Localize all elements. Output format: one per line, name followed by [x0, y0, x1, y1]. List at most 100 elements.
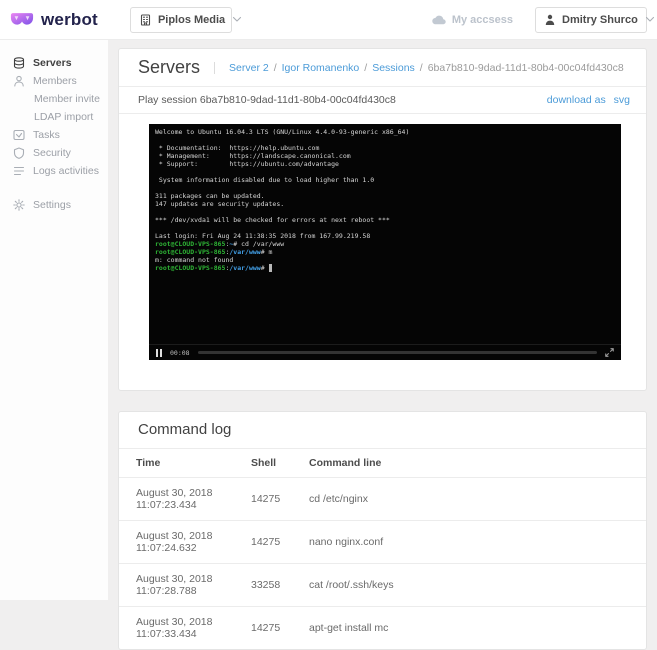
terminal-line: root@CLOUD-VPS-865:/var/www#: [155, 264, 615, 272]
terminal-line: Welcome to Ubuntu 16.04.3 LTS (GNU/Linux…: [155, 128, 410, 136]
breadcrumb-separator: /: [273, 61, 277, 74]
column-header-shell: Shell: [251, 449, 309, 478]
player-controls: 00:08: [149, 344, 621, 360]
cell-shell: 14275: [251, 622, 281, 634]
page-title: Servers: [138, 57, 201, 77]
sidebar-label: LDAP import: [34, 111, 94, 123]
sidebar-label: Tasks: [33, 129, 60, 141]
sidebar: Servers Members Member invite LDAP impor…: [0, 40, 108, 600]
sidebar-item-logs-activities[interactable]: Logs activities: [0, 162, 108, 180]
chevron-down-icon: [645, 16, 655, 23]
terminal-line: System information disabled due to load …: [155, 176, 375, 184]
terminal-line: m: command not found: [155, 256, 234, 264]
company-name: Piplos Media: [157, 13, 226, 26]
fullscreen-icon[interactable]: [605, 348, 614, 357]
terminal-line: root@CLOUD-VPS-865:~# cd /var/www: [155, 240, 285, 248]
cloud-icon: [432, 15, 446, 25]
cell-command: cat /root/.ssh/keys: [309, 563, 646, 607]
sidebar-item-tasks[interactable]: Tasks: [0, 126, 108, 144]
command-log-card: Command log Time Shell Command line Augu…: [118, 411, 647, 650]
sidebar-label: Servers: [33, 57, 72, 69]
sidebar-label: Member invite: [34, 93, 100, 105]
cell-shell: 14275: [251, 477, 309, 521]
terminal-line: 147 updates are security updates.: [155, 200, 285, 208]
terminal-line: *** /dev/xvda1 will be checked for error…: [155, 216, 390, 224]
company-selector[interactable]: Piplos Media: [129, 6, 242, 33]
terminal-line: * Management: https://landscape.canonica…: [155, 152, 351, 160]
cell-shell: 14275: [251, 520, 309, 564]
cell-time: August 30, 2018 11:07:33.434: [136, 616, 213, 640]
download-as-label: download as: [546, 94, 606, 106]
cell-time: August 30, 2018 11:07:28.788: [119, 563, 251, 607]
sidebar-item-servers[interactable]: Servers: [0, 54, 108, 72]
terminal-line: root@CLOUD-VPS-865:/var/www# m: [155, 248, 273, 256]
terminal-line: * Support: https://ubuntu.com/advantage: [155, 160, 339, 168]
cell-shell: 33258: [251, 563, 309, 607]
sidebar-label: Security: [33, 147, 71, 159]
table-row: August 30, 2018 11:07:24.632 14275 nano …: [119, 520, 646, 564]
user-menu[interactable]: Dmitry Shurco: [535, 6, 654, 33]
cell-command: nano nginx.conf: [309, 520, 646, 564]
breadcrumb-session-id: 6ba7b810-9dad-11d1-80b4-00c04fd430c8: [427, 61, 624, 74]
breadcrumb-link-sessions[interactable]: Sessions: [372, 62, 415, 74]
player-seek-bar[interactable]: [197, 351, 597, 354]
pause-button[interactable]: [156, 348, 162, 357]
terminal-wrapper: Welcome to Ubuntu 16.04.3 LTS (GNU/Linux…: [119, 114, 646, 390]
topbar-right: My accsess Dmitry Shurco: [432, 6, 654, 33]
breadcrumb: Server 2 / Igor Romanenko / Sessions / 6…: [214, 61, 624, 74]
terminal-screen: Welcome to Ubuntu 16.04.3 LTS (GNU/Linux…: [149, 124, 621, 344]
sidebar-item-members[interactable]: Members: [0, 72, 108, 90]
column-header-command-line: Command line: [309, 449, 646, 478]
session-row: Play session 6ba7b810-9dad-11d1-80b4-00c…: [119, 87, 646, 114]
terminal-line: 311 packages can be updated.: [155, 192, 265, 200]
card-header: Servers Server 2 / Igor Romanenko / Sess…: [119, 49, 646, 87]
breadcrumb-link-server[interactable]: Server 2: [229, 62, 269, 74]
terminal-player: Welcome to Ubuntu 16.04.3 LTS (GNU/Linux…: [149, 124, 621, 360]
table-row: August 30, 2018 11:07:28.788 33258 cat /…: [119, 563, 646, 607]
gear-icon: [13, 199, 25, 211]
chevron-down-icon: [232, 16, 242, 23]
cell-time: August 30, 2018 11:07:24.632: [119, 520, 251, 564]
page: werbot Piplos Media My accsess Dmitry Sh…: [0, 0, 657, 650]
table-row: August 30, 2018 11:07:23.434 14275 cd /e…: [119, 477, 646, 521]
terminal-line: * Documentation: https://help.ubuntu.com: [155, 144, 320, 152]
table-row: August 30, 2018 11:07:33.434 14275 apt-g…: [119, 607, 646, 650]
column-header-time: Time: [119, 449, 251, 478]
building-icon: [140, 13, 151, 26]
server-icon: [13, 57, 25, 69]
shield-icon: [13, 147, 25, 159]
breadcrumb-separator: /: [364, 61, 368, 74]
top-bar: werbot Piplos Media My accsess Dmitry Sh…: [0, 0, 657, 40]
my-access-link[interactable]: My accsess: [432, 14, 513, 26]
cell-command: cd /etc/nginx: [309, 477, 646, 521]
sidebar-item-security[interactable]: Security: [0, 144, 108, 162]
sidebar-label: Logs activities: [33, 165, 99, 177]
table-header-row: Time Shell Command line: [119, 449, 646, 478]
breadcrumb-link-member[interactable]: Igor Romanenko: [282, 62, 360, 74]
user-icon: [13, 75, 25, 87]
my-access-label: My accsess: [451, 13, 513, 26]
tasks-icon: [13, 129, 25, 141]
command-log-title: Command log: [138, 421, 232, 438]
sidebar-item-member-invite[interactable]: Member invite: [0, 90, 108, 108]
player-time: 00:08: [170, 348, 190, 357]
sidebar-item-ldap-import[interactable]: LDAP import: [0, 108, 108, 126]
sidebar-label: Settings: [33, 199, 71, 211]
command-log-header: Command log: [119, 412, 646, 449]
cell-time: August 30, 2018 11:07:23.434: [119, 477, 251, 521]
session-card: Servers Server 2 / Igor Romanenko / Sess…: [118, 48, 647, 391]
werbot-logo-icon: [10, 12, 34, 28]
main-content: Servers Server 2 / Igor Romanenko / Sess…: [108, 40, 657, 650]
terminal-line: Last login: Fri Aug 24 11:38:35 2018 fro…: [155, 232, 371, 240]
download-svg-link[interactable]: svg: [614, 94, 630, 106]
breadcrumb-separator: /: [419, 61, 423, 74]
werbot-logo[interactable]: werbot: [10, 10, 98, 30]
sidebar-item-settings[interactable]: Settings: [0, 196, 108, 214]
logo-text: werbot: [41, 9, 98, 29]
download-links: download as svg: [547, 94, 630, 106]
user-icon: [545, 14, 555, 26]
